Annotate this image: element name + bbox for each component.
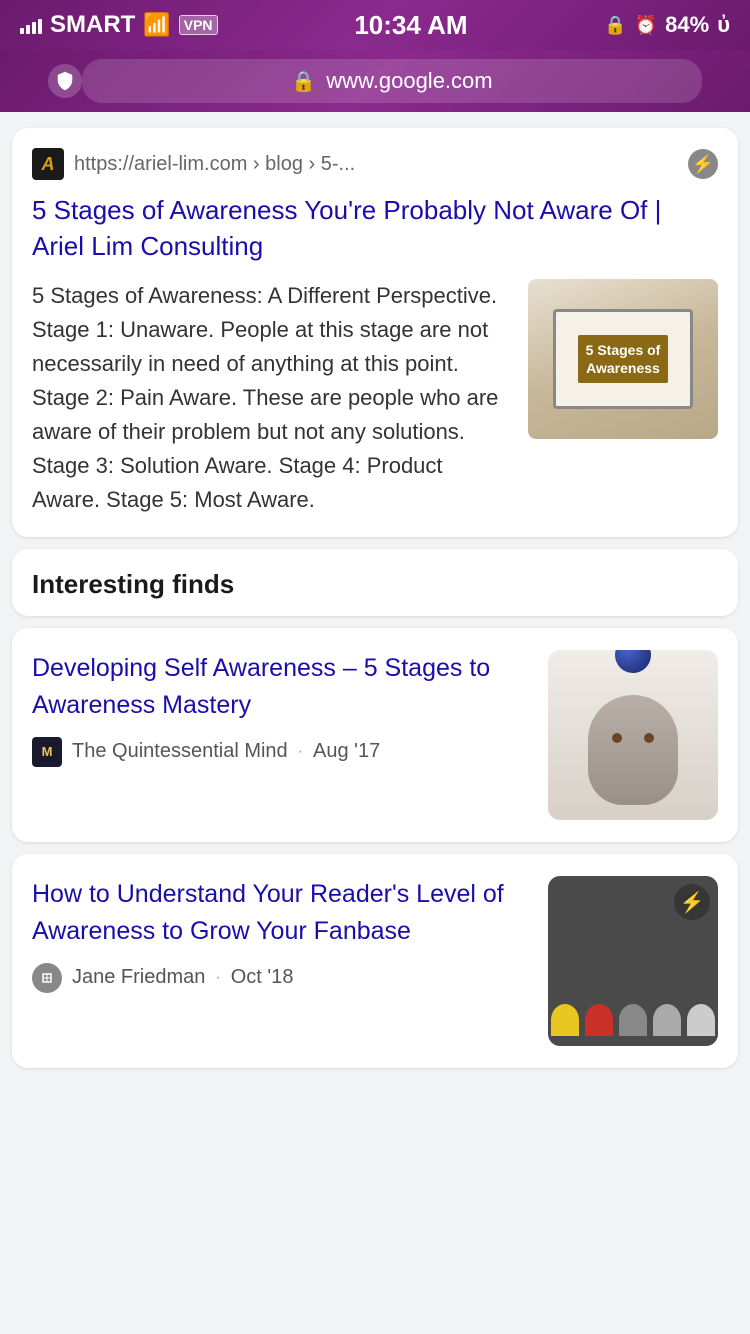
signal-bars — [20, 16, 42, 34]
time-display: 10:34 AM — [354, 10, 467, 41]
hat-yellow — [551, 1004, 579, 1036]
laptop-screen: 5 Stages ofAwareness — [553, 309, 693, 409]
carrier-label: SMART — [50, 11, 135, 39]
find-image-2: ⚡ — [548, 876, 718, 1046]
result-thumbnail: 5 Stages ofAwareness — [528, 279, 718, 439]
find-favicon-1: M — [32, 737, 62, 767]
search-results: A https://ariel-lim.com › blog › 5-... ⚡… — [0, 112, 750, 1084]
result-title[interactable]: 5 Stages of Awareness You're Probably No… — [32, 192, 718, 265]
sculpture-eye-right — [644, 733, 654, 743]
wifi-icon: 📶 — [143, 12, 170, 38]
signal-bar-3 — [32, 22, 36, 34]
signal-bar-4 — [38, 19, 42, 34]
battery-icon: ὐ‍ — [717, 12, 730, 38]
find-date-1: Aug '17 — [313, 740, 380, 763]
address-bar[interactable]: 🔒 www.google.com — [0, 50, 750, 112]
signal-bar-2 — [26, 25, 30, 34]
find-dot-1: · — [298, 743, 303, 761]
vpn-badge: VPN — [179, 15, 218, 35]
find-meta-1: M The Quintessential Mind · Aug '17 — [32, 737, 532, 767]
laptop-screen-text: 5 Stages ofAwareness — [578, 335, 669, 383]
interesting-finds-section: Interesting finds — [12, 549, 738, 616]
hat-red — [585, 1004, 613, 1036]
url-text: www.google.com — [326, 68, 492, 94]
result-source: A https://ariel-lim.com › blog › 5-... ⚡ — [32, 148, 718, 180]
sculpture-head — [588, 695, 678, 805]
alarm-icon: ⏰ — [635, 15, 657, 36]
hat-gray1 — [619, 1004, 647, 1036]
lock-icon: 🔒 — [291, 69, 316, 94]
find-card-2: How to Understand Your Reader's Level of… — [12, 854, 738, 1068]
find-dot-2: · — [215, 969, 220, 987]
find-favicon-2 — [32, 963, 62, 993]
hats-row — [551, 1004, 715, 1036]
sculpture-eye-left — [612, 733, 622, 743]
sculpture-ball — [615, 650, 651, 673]
main-result-card: A https://ariel-lim.com › blog › 5-... ⚡… — [12, 128, 738, 537]
result-description: 5 Stages of Awareness: A Different Persp… — [32, 279, 512, 518]
sculpture-eyes — [612, 733, 654, 743]
find-title-1[interactable]: Developing Self Awareness – 5 Stages to … — [32, 650, 532, 723]
find-meta-2: Jane Friedman · Oct '18 — [32, 963, 532, 993]
sculpture-visual — [548, 650, 718, 820]
amp-icon: ⚡ — [688, 149, 718, 179]
hat-light — [687, 1004, 715, 1036]
hats-visual: ⚡ — [548, 876, 718, 1046]
find-source-name-1: The Quintessential Mind — [72, 740, 288, 763]
laptop-image: 5 Stages ofAwareness — [528, 279, 718, 439]
hat-gray2 — [653, 1004, 681, 1036]
status-left: SMART 📶 VPN — [20, 11, 218, 39]
battery-percentage: 84% — [665, 12, 709, 38]
status-right: 🔒 ⏰ 84% ὐ‍ — [604, 12, 730, 38]
find-date-2: Oct '18 — [231, 966, 294, 989]
find-source-name-2: Jane Friedman — [72, 966, 205, 989]
browser-shield-icon — [48, 64, 82, 98]
url-field[interactable]: 🔒 www.google.com — [82, 59, 702, 103]
result-favicon: A — [32, 148, 64, 180]
find-title-2[interactable]: How to Understand Your Reader's Level of… — [32, 876, 532, 949]
section-title: Interesting finds — [32, 569, 234, 599]
find-card-1: Developing Self Awareness – 5 Stages to … — [12, 628, 738, 842]
signal-bar-1 — [20, 28, 24, 34]
status-bar: SMART 📶 VPN 10:34 AM 🔒 ⏰ 84% ὐ‍ — [0, 0, 750, 50]
source-url: https://ariel-lim.com › blog › 5-... — [74, 153, 678, 176]
hats-amp-icon: ⚡ — [674, 884, 710, 920]
find-image-1 — [548, 650, 718, 820]
result-body: 5 Stages of Awareness: A Different Persp… — [32, 279, 718, 518]
find-content-1: Developing Self Awareness – 5 Stages to … — [32, 650, 532, 767]
orientation-icon: 🔒 — [604, 15, 626, 36]
find-content-2: How to Understand Your Reader's Level of… — [32, 876, 532, 993]
